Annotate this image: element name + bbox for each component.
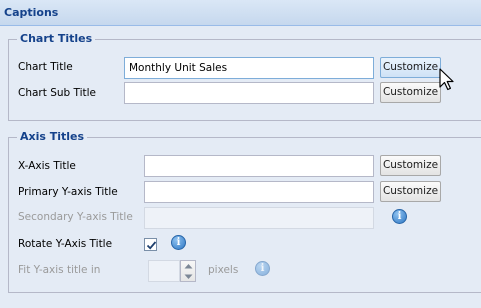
chart-subtitle-customize-button[interactable]: Customize <box>380 82 441 103</box>
chart-subtitle-label: Chart Sub Title <box>18 87 97 99</box>
chart-titles-legend: Chart Titles <box>17 32 96 45</box>
secondary-y-axis-title-input <box>144 207 374 229</box>
chart-title-customize-button[interactable]: Customize <box>380 57 441 78</box>
chevron-up-icon <box>184 264 193 269</box>
primary-y-axis-customize-button[interactable]: Customize <box>380 181 441 202</box>
fit-y-axis-input <box>148 260 180 282</box>
primary-y-axis-title-input[interactable] <box>144 181 374 203</box>
info-icon[interactable]: i <box>171 235 186 250</box>
fit-y-axis-spinner <box>148 260 196 282</box>
x-axis-title-label: X-Axis Title <box>18 160 76 172</box>
x-axis-title-input[interactable] <box>144 155 374 177</box>
spinner-arrows <box>180 260 196 282</box>
rotate-y-axis-title-label: Rotate Y-Axis Title <box>18 238 113 250</box>
axis-titles-legend: Axis Titles <box>17 130 88 143</box>
chevron-down-icon <box>184 274 193 279</box>
rotate-y-axis-checkbox[interactable] <box>144 238 157 251</box>
secondary-y-axis-title-label: Secondary Y-axis Title <box>18 211 133 223</box>
panel-title: Captions <box>4 6 59 19</box>
chart-title-input[interactable] <box>124 57 374 79</box>
panel-header: Captions <box>0 0 481 26</box>
chart-subtitle-input[interactable] <box>124 82 374 104</box>
fit-y-axis-title-label: Fit Y-axis title in <box>18 264 101 276</box>
check-icon <box>146 241 157 250</box>
x-axis-customize-button[interactable]: Customize <box>380 155 441 176</box>
info-icon[interactable]: i <box>392 209 407 224</box>
primary-y-axis-title-label: Primary Y-axis Title <box>18 186 118 198</box>
mouse-pointer-icon <box>439 68 454 91</box>
chart-titles-fieldset: Chart Titles <box>8 32 481 121</box>
info-icon: i <box>255 261 270 276</box>
chart-title-label: Chart Title <box>18 61 73 73</box>
pixels-unit-label: pixels <box>208 264 239 276</box>
